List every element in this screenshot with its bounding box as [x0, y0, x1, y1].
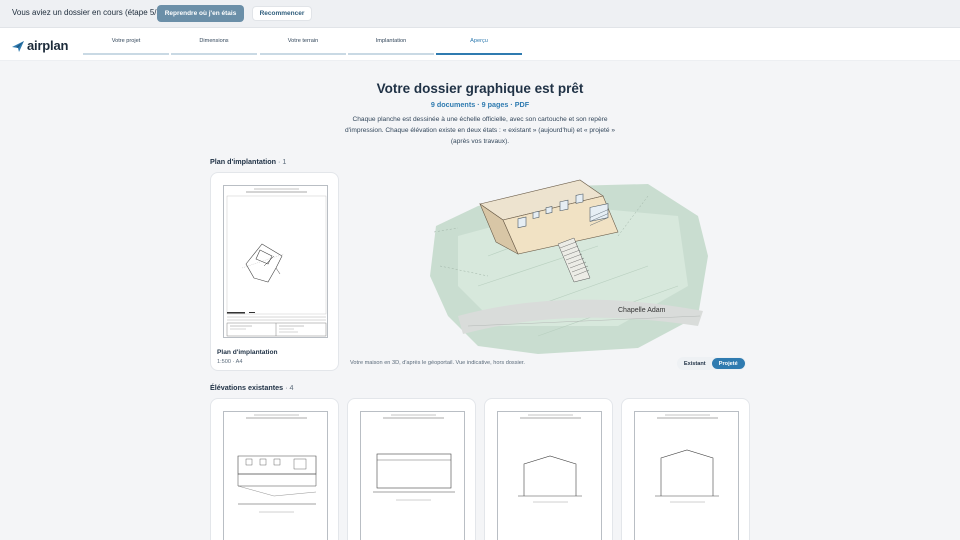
- elevation-drawing-3: [518, 414, 582, 503]
- tab-implantation[interactable]: Implantation: [348, 28, 434, 55]
- header: airplan Votre projet Dimensions Votre te…: [0, 28, 960, 61]
- elevation-card-3[interactable]: [484, 398, 613, 540]
- elevation-thumbnail-4: [634, 411, 739, 540]
- banner-text: Vous aviez un dossier en cours (étape 5/…: [12, 8, 166, 17]
- elevation-drawing-1: [237, 414, 317, 513]
- view-toggle[interactable]: Existant Projeté: [677, 357, 746, 370]
- elevation-drawing-4: [655, 414, 719, 503]
- page-description: Chaque planche est dessinée à une échell…: [344, 116, 616, 145]
- elevation-card-4[interactable]: [621, 398, 750, 540]
- logo[interactable]: airplan: [12, 38, 68, 53]
- toggle-projected[interactable]: Projeté: [711, 358, 745, 369]
- elevation-card-2[interactable]: [347, 398, 476, 540]
- dossier-summary: 9 documents · 9 pages · PDF: [430, 100, 530, 109]
- tab-apercu[interactable]: Aperçu: [436, 28, 522, 55]
- elevation-thumbnail-2: [360, 411, 465, 540]
- elevations-section-count: · 4: [285, 383, 294, 392]
- elevations-section-title: Élévations existantes · 4: [210, 383, 294, 392]
- plan-section-title: Plan d'implantation · 1: [210, 157, 286, 166]
- plan-card[interactable]: Plan d'implantation 1:500 · A4: [210, 172, 339, 371]
- toggle-existing[interactable]: Existant: [678, 358, 712, 369]
- plan-section-count: · 1: [278, 157, 287, 166]
- tab-votre-terrain[interactable]: Votre terrain: [260, 28, 346, 55]
- tab-votre-projet[interactable]: Votre projet: [83, 28, 169, 55]
- house-3d-viewer[interactable]: Chapelle Adam: [418, 166, 718, 356]
- plan-card-meta: 1:500 · A4: [217, 359, 243, 365]
- page-title: Votre dossier graphique est prêt: [376, 81, 584, 96]
- street-label: Chapelle Adam: [618, 307, 666, 314]
- resume-banner: Vous aviez un dossier en cours (étape 5/…: [0, 0, 960, 28]
- plan-drawing: [226, 188, 327, 337]
- plan-card-title: Plan d'implantation: [217, 349, 278, 356]
- elevation-drawing-2: [373, 414, 455, 501]
- viewer-caption: Votre maison en 3D, d'après le géoportai…: [350, 360, 525, 366]
- elevations-section-label: Élévations existantes: [210, 383, 284, 392]
- tab-dimensions[interactable]: Dimensions: [171, 28, 257, 55]
- elevation-thumbnail-3: [497, 411, 602, 540]
- resume-button[interactable]: Reprendre où j'en étais: [157, 5, 244, 22]
- logo-text: airplan: [27, 38, 69, 53]
- plan-thumbnail: [223, 185, 328, 338]
- plan-section-label: Plan d'implantation: [210, 157, 277, 166]
- elevation-thumbnail-1: [223, 411, 328, 540]
- restart-button[interactable]: Recommencer: [252, 6, 312, 21]
- elevation-card-1[interactable]: [210, 398, 339, 540]
- airplane-icon: [12, 40, 24, 52]
